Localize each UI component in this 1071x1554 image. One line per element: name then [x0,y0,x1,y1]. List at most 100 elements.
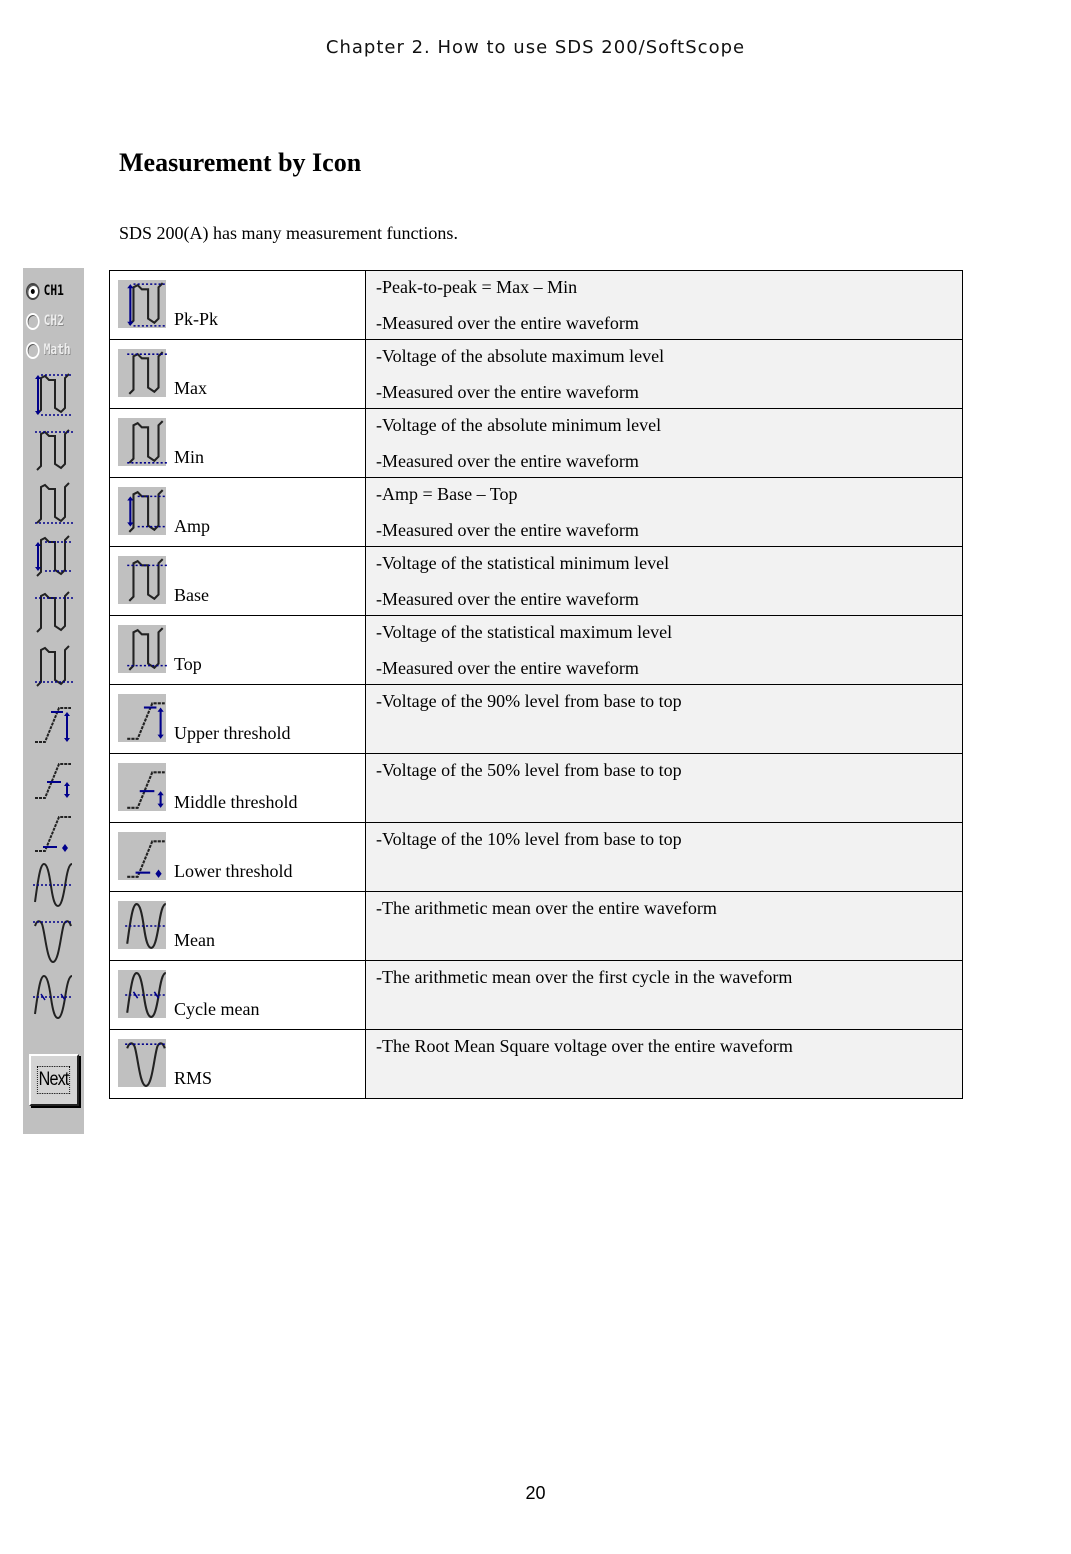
measurement-name: Min [174,447,205,467]
channel-radio-ch1[interactable]: CH1 [26,279,64,303]
rms-icon [118,1039,167,1087]
measurement-name: Cycle mean [174,999,260,1019]
measurement-name: Pk-Pk [174,309,219,329]
measurement-name: Lower threshold [174,861,293,881]
channel-label: CH1 [43,283,64,299]
table-row: Middle threshold -Voltage of the 50% lev… [109,753,963,823]
table-row: Max -Voltage of the absolute maximum lev… [109,339,963,409]
max-icon[interactable] [33,428,73,474]
table-row: Pk-Pk -Peak-to-peak = Max – Min -Measured… [109,270,963,340]
radio-unselected-icon [26,312,40,330]
measurement-name: Base [174,585,209,605]
table-row: Amp -Amp = Base – Top -Measured over the … [109,477,963,547]
measurement-name-cell: Top [109,615,366,685]
table-row: RMS -The Root Mean Square voltage over t… [109,1029,963,1099]
measurement-name: Upper threshold [174,723,291,743]
amp-icon[interactable] [33,534,73,580]
measurement-name-cell: Base [109,546,366,616]
radio-selected-icon [26,282,40,300]
measurement-description-cell: -Voltage of the statistical maximum leve… [365,615,963,685]
mean-icon[interactable] [33,862,73,908]
measurement-name: Max [174,378,207,398]
next-button[interactable]: Next [29,1054,79,1106]
min-icon [118,418,167,466]
description-line: -Measured over the entire waveform [376,658,639,678]
cycle-mean-icon [118,970,167,1018]
intro-text: SDS 200(A) has many measurement function… [119,223,458,243]
description-line: -Measured over the entire waveform [376,520,639,540]
next-label: Next [37,1066,71,1094]
mean-icon [118,901,167,949]
description-line: -Voltage of the 90% level from base to t… [376,691,682,711]
description-line: -Voltage of the absolute maximum level [376,346,665,366]
lower-threshold-icon [118,832,166,880]
table-row: Lower threshold -Voltage of the 10% leve… [109,822,963,892]
rms-icon[interactable] [33,918,73,964]
channel-label: CH2 [43,313,64,329]
radio-unselected-icon [26,341,40,359]
pk-pk-icon[interactable] [33,372,73,418]
description-line: -Voltage of the absolute minimum level [376,415,662,435]
description-line: -Measured over the entire waveform [376,382,639,402]
description-line: -Measured over the entire waveform [376,313,639,333]
measurement-description-cell: -Voltage of the 90% level from base to t… [365,684,963,754]
measurement-name: RMS [174,1068,213,1088]
channel-label: Math [43,342,71,358]
measurement-name-cell: Max [109,339,366,409]
measurement-name: Amp [174,516,210,536]
table-row: Min -Voltage of the absolute minimum lev… [109,408,963,478]
section-title: Measurement by Icon [119,148,362,177]
min-icon[interactable] [33,481,73,527]
description-line: -Measured over the entire waveform [376,589,639,609]
description-line: -Peak-to-peak = Max – Min [376,277,578,297]
measurement-description-cell: -The arithmetic mean over the first cycl… [365,960,963,1030]
middle-threshold-icon[interactable] [33,756,73,802]
table-row: Mean -The arithmetic mean over the entir… [109,891,963,961]
page-number: 20 [525,1483,546,1503]
description-line: -Measured over the entire waveform [376,451,639,471]
lower-threshold-icon[interactable] [33,809,73,855]
measurement-description-cell: -Voltage of the 50% level from base to t… [365,753,963,823]
measurement-description-cell: -Voltage of the absolute minimum level -M… [365,408,963,478]
measurement-table: Pk-Pk -Peak-to-peak = Max – Min -Measured… [109,270,963,1099]
measurement-description-cell: -Peak-to-peak = Max – Min -Measured over … [365,270,963,340]
middle-threshold-icon [118,763,166,811]
amp-icon [118,487,167,535]
measurement-name-cell: Middle threshold [109,753,366,823]
description-line: -Voltage of the statistical maximum leve… [376,622,673,642]
measurement-name-cell: Pk-Pk [109,270,366,340]
upper-threshold-icon[interactable] [33,700,73,746]
description-line: -Voltage of the statistical minimum leve… [376,553,670,573]
measurement-toolbar: CH1 CH2 Math Next [23,268,84,1134]
description-line: -The arithmetic mean over the first cycl… [376,967,793,987]
measurement-name-cell: Mean [109,891,366,961]
table-row: Upper threshold -Voltage of the 90% leve… [109,684,963,754]
measurement-description-cell: -Voltage of the absolute maximum level -M… [365,339,963,409]
description-line: -The arithmetic mean over the entire wav… [376,898,717,918]
base-icon[interactable] [33,590,73,636]
top-icon[interactable] [33,644,73,690]
channel-radio-math[interactable]: Math [26,338,71,362]
running-head: Chapter 2. How to use SDS 200/SoftScope [325,37,746,58]
measurement-name-cell: RMS [109,1029,366,1099]
table-row: Cycle mean -The arithmetic mean over the… [109,960,963,1030]
measurement-name-cell: Amp [109,477,366,547]
description-line: -The Root Mean Square voltage over the e… [376,1036,793,1056]
cycle-mean-icon[interactable] [33,974,73,1020]
table-row: Top -Voltage of the statistical maximum … [109,615,963,685]
description-line: -Voltage of the 50% level from base to t… [376,760,682,780]
upper-threshold-icon [118,694,166,742]
measurement-name: Mean [174,930,215,950]
measurement-name: Middle threshold [174,792,298,812]
measurement-description-cell: -Amp = Base – Top -Measured over the enti… [365,477,963,547]
top-icon [118,625,167,673]
measurement-name-cell: Min [109,408,366,478]
description-line: -Amp = Base – Top [376,484,518,504]
max-icon [118,349,167,397]
channel-radio-ch2[interactable]: CH2 [26,309,64,333]
measurement-description-cell: -Voltage of the 10% level from base to t… [365,822,963,892]
measurement-description-cell: -Voltage of the statistical minimum leve… [365,546,963,616]
measurement-name-cell: Upper threshold [109,684,366,754]
base-icon [118,556,167,604]
measurement-name-cell: Cycle mean [109,960,366,1030]
